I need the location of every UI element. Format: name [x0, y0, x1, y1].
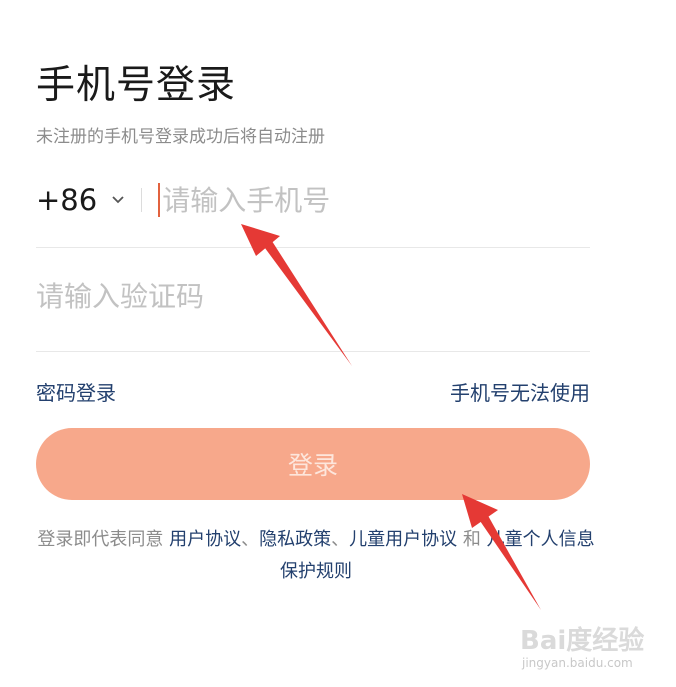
watermark-url: jingyan.baidu.com	[522, 656, 633, 670]
baidu-jingyan-watermark: Bai度经验 jingyan.baidu.com	[520, 620, 670, 680]
user-agreement-link[interactable]: 用户协议	[169, 529, 241, 550]
page-subtitle: 未注册的手机号登录成功后将自动注册	[36, 127, 325, 147]
agreement-sep-1: 、	[241, 529, 260, 550]
agreement-prefix: 登录即代表同意	[37, 529, 170, 550]
agreement-sep-2: 、	[331, 529, 350, 550]
login-page: 手机号登录 未注册的手机号登录成功后将自动注册 +86 密码登录 手机号无法使用…	[0, 0, 676, 687]
country-code-selector[interactable]: +86	[36, 183, 125, 217]
page-title: 手机号登录	[36, 63, 237, 108]
login-button[interactable]: 登录	[36, 428, 590, 500]
children-agreement-link[interactable]: 儿童用户协议	[349, 529, 457, 550]
watermark-brand: Bai度经验	[520, 626, 645, 656]
phone-underline	[36, 247, 590, 248]
agreement-text: 登录即代表同意 用户协议、隐私政策、儿童用户协议 和 儿童个人信息保护规则	[36, 524, 596, 588]
input-divider	[141, 188, 143, 212]
chevron-down-icon	[112, 196, 124, 204]
phone-row: +86	[36, 170, 590, 230]
country-code-text: +86	[36, 183, 98, 217]
phone-unavailable-link[interactable]: 手机号无法使用	[450, 377, 590, 406]
text-caret	[158, 183, 161, 217]
phone-input[interactable]	[162, 183, 563, 217]
password-login-link[interactable]: 密码登录	[36, 377, 116, 406]
verification-code-input[interactable]	[36, 280, 576, 313]
privacy-policy-link[interactable]: 隐私政策	[259, 529, 331, 550]
code-underline	[36, 351, 590, 352]
agreement-and: 和	[457, 529, 487, 550]
